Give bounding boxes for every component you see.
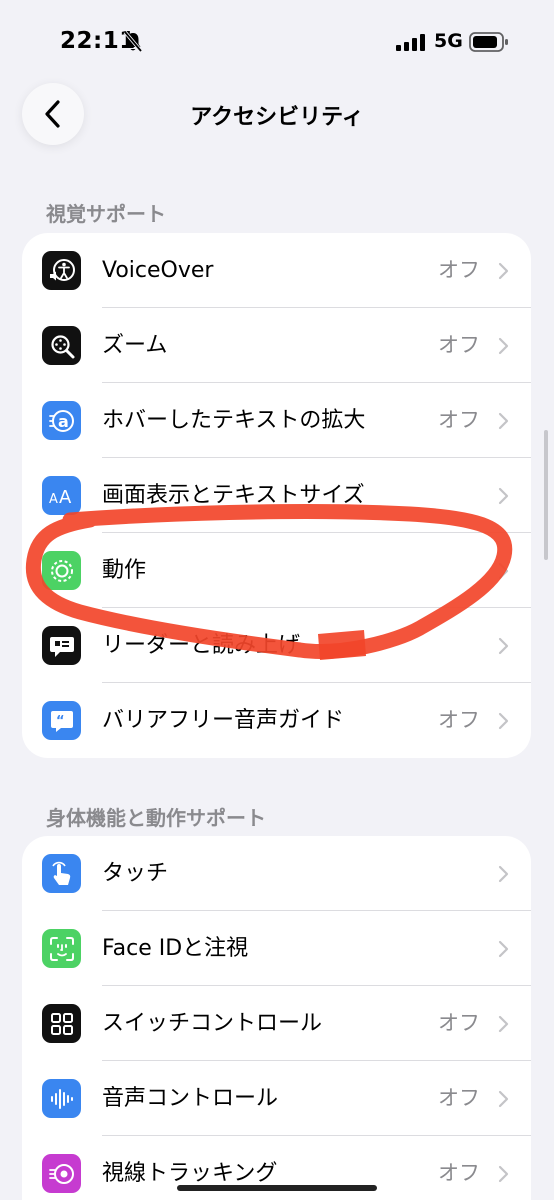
row-label: タッチ	[102, 861, 169, 886]
section-header-physical: 身体機能と動作サポート	[46, 806, 266, 830]
chevron-right-icon	[498, 1015, 509, 1033]
row-value: オフ	[438, 1086, 480, 1110]
row-label: ホバーしたテキストの拡大	[102, 408, 366, 433]
chevron-right-icon	[498, 637, 509, 655]
row-label: 画面表示とテキストサイズ	[102, 483, 365, 508]
row-label: バリアフリー音声ガイド	[102, 708, 345, 733]
chevron-right-icon	[498, 1165, 509, 1183]
voiceover-icon	[42, 251, 81, 290]
row-label: ズーム	[102, 333, 168, 358]
row-spoken-content[interactable]: リーダーと読み上げ	[22, 608, 531, 683]
chevron-right-icon	[498, 262, 509, 280]
row-label: Face IDと注視	[102, 936, 249, 961]
row-value: オフ	[438, 258, 480, 282]
svg-text:A: A	[59, 487, 72, 508]
row-value: オフ	[438, 1011, 480, 1035]
chevron-right-icon	[498, 562, 509, 580]
home-indicator[interactable]	[177, 1185, 377, 1191]
row-voiceover[interactable]: VoiceOver オフ	[22, 233, 531, 308]
row-motion[interactable]: 動作	[22, 533, 531, 608]
row-label: スイッチコントロール	[102, 1011, 323, 1036]
voice-control-icon	[42, 1079, 81, 1118]
svg-text:“: “	[56, 714, 65, 729]
row-zoom[interactable]: ズーム オフ	[22, 308, 531, 383]
settings-group-vision: VoiceOver オフ ズーム オフ a ホバーしたテキストの拡大 オフ AA…	[22, 233, 531, 758]
svg-text:A: A	[49, 492, 58, 507]
chevron-right-icon	[498, 487, 509, 505]
chevron-right-icon	[498, 337, 509, 355]
face-id-icon	[42, 929, 81, 968]
chevron-right-icon	[498, 940, 509, 958]
row-display-text-size[interactable]: AA 画面表示とテキストサイズ	[22, 458, 531, 533]
row-voice-control[interactable]: 音声コントロール オフ	[22, 1061, 531, 1136]
spoken-content-icon	[42, 626, 81, 665]
battery-icon	[469, 32, 508, 52]
row-touch[interactable]: タッチ	[22, 836, 531, 911]
status-bar: 22:11 5G	[0, 0, 554, 80]
row-value: オフ	[438, 1161, 480, 1185]
row-label: 動作	[102, 558, 147, 583]
row-value: オフ	[438, 408, 480, 432]
row-audio-descriptions[interactable]: “ バリアフリー音声ガイド オフ	[22, 683, 531, 758]
row-switch-control[interactable]: スイッチコントロール オフ	[22, 986, 531, 1061]
scroll-indicator[interactable]	[544, 430, 548, 560]
motion-icon	[42, 551, 81, 590]
chevron-right-icon	[498, 865, 509, 883]
chevron-right-icon	[498, 712, 509, 730]
svg-text:a: a	[58, 412, 69, 431]
page-title: アクセシビリティ	[190, 105, 364, 130]
hover-text-icon: a	[42, 401, 81, 440]
settings-group-physical: タッチ Face IDと注視 スイッチコントロール オフ 音声コントロール オフ…	[22, 836, 531, 1200]
row-label: VoiceOver	[102, 258, 214, 283]
touch-icon	[42, 854, 81, 893]
switch-control-icon	[42, 1004, 81, 1043]
text-size-icon: AA	[42, 476, 81, 515]
zoom-icon	[42, 326, 81, 365]
chevron-right-icon	[498, 412, 509, 430]
section-header-vision: 視覚サポート	[46, 202, 166, 226]
row-label: 音声コントロール	[102, 1086, 279, 1111]
audio-descriptions-icon: “	[42, 701, 81, 740]
chevron-right-icon	[498, 1090, 509, 1108]
row-value: オフ	[438, 708, 480, 732]
row-label: リーダーと読み上げ	[102, 633, 301, 658]
network-type: 5G	[434, 30, 463, 52]
row-hover-text[interactable]: a ホバーしたテキストの拡大 オフ	[22, 383, 531, 458]
silent-bell-icon	[123, 31, 143, 53]
row-value: オフ	[438, 333, 480, 357]
eye-tracking-icon	[42, 1154, 81, 1193]
row-face-id[interactable]: Face IDと注視	[22, 911, 531, 986]
cellular-signal-icon	[396, 34, 425, 51]
